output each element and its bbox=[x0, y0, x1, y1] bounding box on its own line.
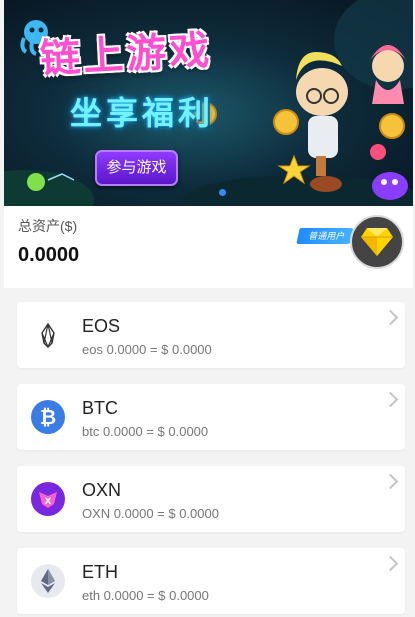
diamond-icon bbox=[361, 228, 393, 256]
user-avatar[interactable] bbox=[350, 215, 404, 269]
chevron-right-icon bbox=[382, 309, 399, 326]
token-symbol: EOS bbox=[82, 316, 121, 336]
token-balance: eos 0.0000 = $ 0.0000 bbox=[82, 342, 212, 357]
total-assets-panel: 总资产($) 0.0000 普通用户 bbox=[4, 206, 413, 288]
token-balance: eth 0.0000 = $ 0.0000 bbox=[82, 588, 209, 603]
total-assets-label: 总资产($) bbox=[18, 218, 78, 234]
eos-icon bbox=[31, 318, 65, 352]
banner-subtitle: 坐享福利 bbox=[70, 94, 215, 132]
banner-title: 链上游戏 bbox=[39, 27, 214, 83]
token-symbol: OXN bbox=[82, 480, 122, 500]
promo-banner[interactable]: 链上游戏 坐享福利 参与游戏 bbox=[4, 0, 413, 206]
token-row-oxn[interactable]: X OXN OXN 0.0000 = $ 0.0000 bbox=[17, 466, 405, 532]
fairy-character-icon bbox=[370, 45, 406, 104]
token-balance: btc 0.0000 = $ 0.0000 bbox=[82, 424, 209, 439]
oxn-icon: X bbox=[31, 482, 65, 516]
token-row-btc[interactable]: ₿ BTC btc 0.0000 = $ 0.0000 bbox=[17, 384, 405, 450]
carousel-indicator-dot[interactable] bbox=[219, 189, 226, 196]
bitcoin-icon: ₿ bbox=[31, 400, 65, 434]
ethereum-icon bbox=[31, 564, 65, 598]
chevron-right-icon bbox=[382, 555, 399, 572]
svg-text:₿: ₿ bbox=[40, 405, 56, 429]
token-row-eth[interactable]: ETH eth 0.0000 = $ 0.0000 bbox=[17, 548, 405, 614]
token-symbol: ETH bbox=[82, 562, 118, 582]
adventurer-character-icon bbox=[296, 52, 348, 192]
svg-text:X: X bbox=[45, 497, 52, 507]
join-game-button[interactable]: 参与游戏 bbox=[95, 150, 178, 186]
wallet-page: 链上游戏 坐享福利 参与游戏 总资产($) 0.0000 普通用户 EOS eo… bbox=[0, 0, 415, 617]
chevron-right-icon bbox=[382, 473, 399, 490]
token-balance: OXN 0.0000 = $ 0.0000 bbox=[82, 506, 219, 521]
token-row-eos[interactable]: EOS eos 0.0000 = $ 0.0000 bbox=[17, 302, 405, 368]
total-assets-value: 0.0000 bbox=[18, 244, 80, 266]
user-level-badge: 普通用户 bbox=[296, 228, 358, 244]
chevron-right-icon bbox=[382, 391, 399, 408]
token-symbol: BTC bbox=[82, 398, 118, 418]
